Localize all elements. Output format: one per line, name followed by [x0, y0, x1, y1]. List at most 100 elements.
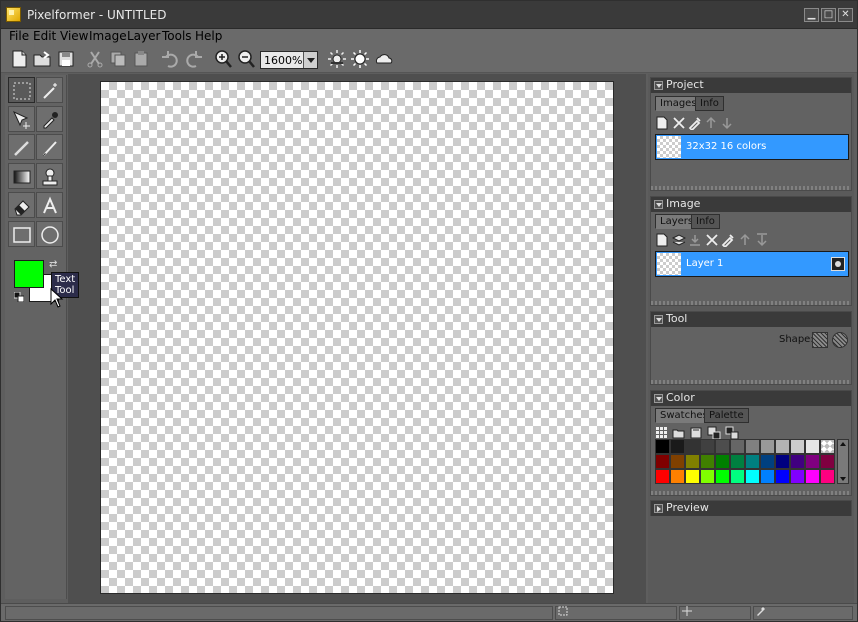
color-swatch[interactable] [790, 469, 805, 484]
color-panel-header[interactable]: Color [651, 391, 851, 406]
menu-edit[interactable]: Edit [33, 29, 56, 45]
visibility-icon[interactable] [831, 257, 845, 271]
collapse-icon[interactable] [654, 81, 663, 90]
color-swatch[interactable] [670, 469, 685, 484]
zoom-in-icon[interactable] [213, 49, 233, 69]
new-image-icon[interactable] [655, 116, 669, 130]
minimize-button[interactable]: ▁ [804, 8, 819, 22]
color-swatch[interactable] [700, 469, 715, 484]
square-shape-icon[interactable] [812, 332, 828, 348]
list-item[interactable]: Layer 1 [655, 251, 849, 277]
color-swatch[interactable] [820, 439, 835, 454]
zoom-out-icon[interactable] [236, 49, 256, 69]
image-panel-header[interactable]: Image [651, 197, 851, 212]
color-swatch[interactable] [745, 469, 760, 484]
tab-palette[interactable]: Palette [704, 408, 749, 423]
pencil-tool[interactable] [8, 134, 35, 160]
copy-icon[interactable] [108, 49, 128, 69]
color-swatch[interactable] [745, 454, 760, 469]
color-swatch[interactable] [805, 469, 820, 484]
resize-grip[interactable] [651, 380, 851, 384]
layers-icon[interactable] [671, 233, 687, 247]
color-swatch[interactable] [805, 454, 820, 469]
color-swatch[interactable] [655, 439, 670, 454]
move-up-icon[interactable] [704, 116, 718, 130]
color-swatch[interactable] [745, 439, 760, 454]
round-shape-icon[interactable] [832, 332, 848, 348]
color-swatch[interactable] [730, 454, 745, 469]
swap-colors-icon[interactable]: ⇄ [49, 259, 57, 270]
color-swatch[interactable] [775, 439, 790, 454]
menu-file[interactable]: File [9, 29, 29, 45]
color-swatch[interactable] [820, 469, 835, 484]
properties-icon[interactable] [688, 116, 702, 132]
tab-info[interactable]: Info [695, 96, 724, 111]
add-swatch-icon[interactable] [707, 426, 721, 440]
resize-grip[interactable] [651, 491, 851, 495]
image-canvas[interactable] [100, 81, 614, 594]
color-swatch[interactable] [760, 469, 775, 484]
sun-icon[interactable] [350, 49, 370, 69]
color-swatch[interactable] [790, 454, 805, 469]
tab-info[interactable]: Info [691, 214, 720, 229]
color-swatch[interactable] [820, 454, 835, 469]
collapse-icon[interactable] [654, 394, 663, 403]
menu-image[interactable]: Image [89, 29, 127, 45]
save-icon[interactable] [56, 49, 76, 69]
stamp-tool[interactable] [36, 163, 63, 189]
delete-icon[interactable] [705, 233, 719, 247]
color-swatch[interactable] [670, 454, 685, 469]
color-swatch[interactable] [700, 439, 715, 454]
color-swatch[interactable] [805, 439, 820, 454]
swatch-scrollbar[interactable] [837, 439, 849, 484]
new-icon[interactable] [9, 49, 29, 69]
tool-panel-header[interactable]: Tool [651, 312, 851, 327]
color-swatch[interactable] [730, 439, 745, 454]
move-up-icon[interactable] [738, 233, 752, 247]
color-swatch[interactable] [730, 469, 745, 484]
color-swatch[interactable] [685, 469, 700, 484]
redo-icon[interactable] [184, 49, 204, 69]
project-panel-header[interactable]: Project [651, 78, 851, 93]
text-tool[interactable] [36, 192, 63, 218]
collapse-icon[interactable] [654, 315, 663, 324]
color-swatch[interactable] [655, 469, 670, 484]
close-button[interactable]: ✕ [838, 8, 853, 22]
foreground-color[interactable] [14, 260, 44, 288]
rectangle-tool[interactable] [8, 221, 35, 247]
menu-view[interactable]: View [60, 29, 88, 45]
collapse-icon[interactable] [654, 200, 663, 209]
color-swatch[interactable] [670, 439, 685, 454]
marquee-tool[interactable] [8, 77, 35, 103]
move-down-icon[interactable] [755, 233, 769, 247]
color-swatch[interactable] [685, 454, 700, 469]
menu-tools[interactable]: Tools [162, 29, 192, 45]
color-swatch[interactable] [760, 439, 775, 454]
chevron-down-icon[interactable] [303, 52, 317, 68]
move-tool[interactable] [8, 106, 35, 132]
save-icon[interactable] [689, 426, 703, 440]
color-swatch[interactable] [715, 469, 730, 484]
color-swatch[interactable] [775, 454, 790, 469]
color-swatch[interactable] [775, 469, 790, 484]
eraser-tool[interactable] [8, 192, 35, 218]
grid-icon[interactable] [655, 426, 669, 440]
maximize-button[interactable]: □ [821, 8, 836, 22]
paste-icon[interactable] [131, 49, 151, 69]
gradient-tool[interactable] [8, 163, 35, 189]
ellipse-tool[interactable] [36, 221, 63, 247]
color-swatch[interactable] [760, 454, 775, 469]
preview-panel-header[interactable]: Preview [651, 501, 851, 516]
cloud-icon[interactable] [374, 49, 394, 69]
undo-icon[interactable] [160, 49, 180, 69]
color-swatch[interactable] [790, 439, 805, 454]
zoom-select[interactable]: 1600% [260, 51, 318, 69]
reset-colors-icon[interactable] [14, 292, 24, 302]
color-swatch[interactable] [655, 454, 670, 469]
open-icon[interactable] [672, 426, 686, 440]
resize-grip[interactable] [651, 301, 851, 305]
list-item[interactable]: 32x32 16 colors [655, 134, 849, 160]
resize-grip[interactable] [651, 186, 851, 190]
merge-down-icon[interactable] [688, 233, 702, 247]
brush-tool[interactable] [36, 134, 63, 160]
